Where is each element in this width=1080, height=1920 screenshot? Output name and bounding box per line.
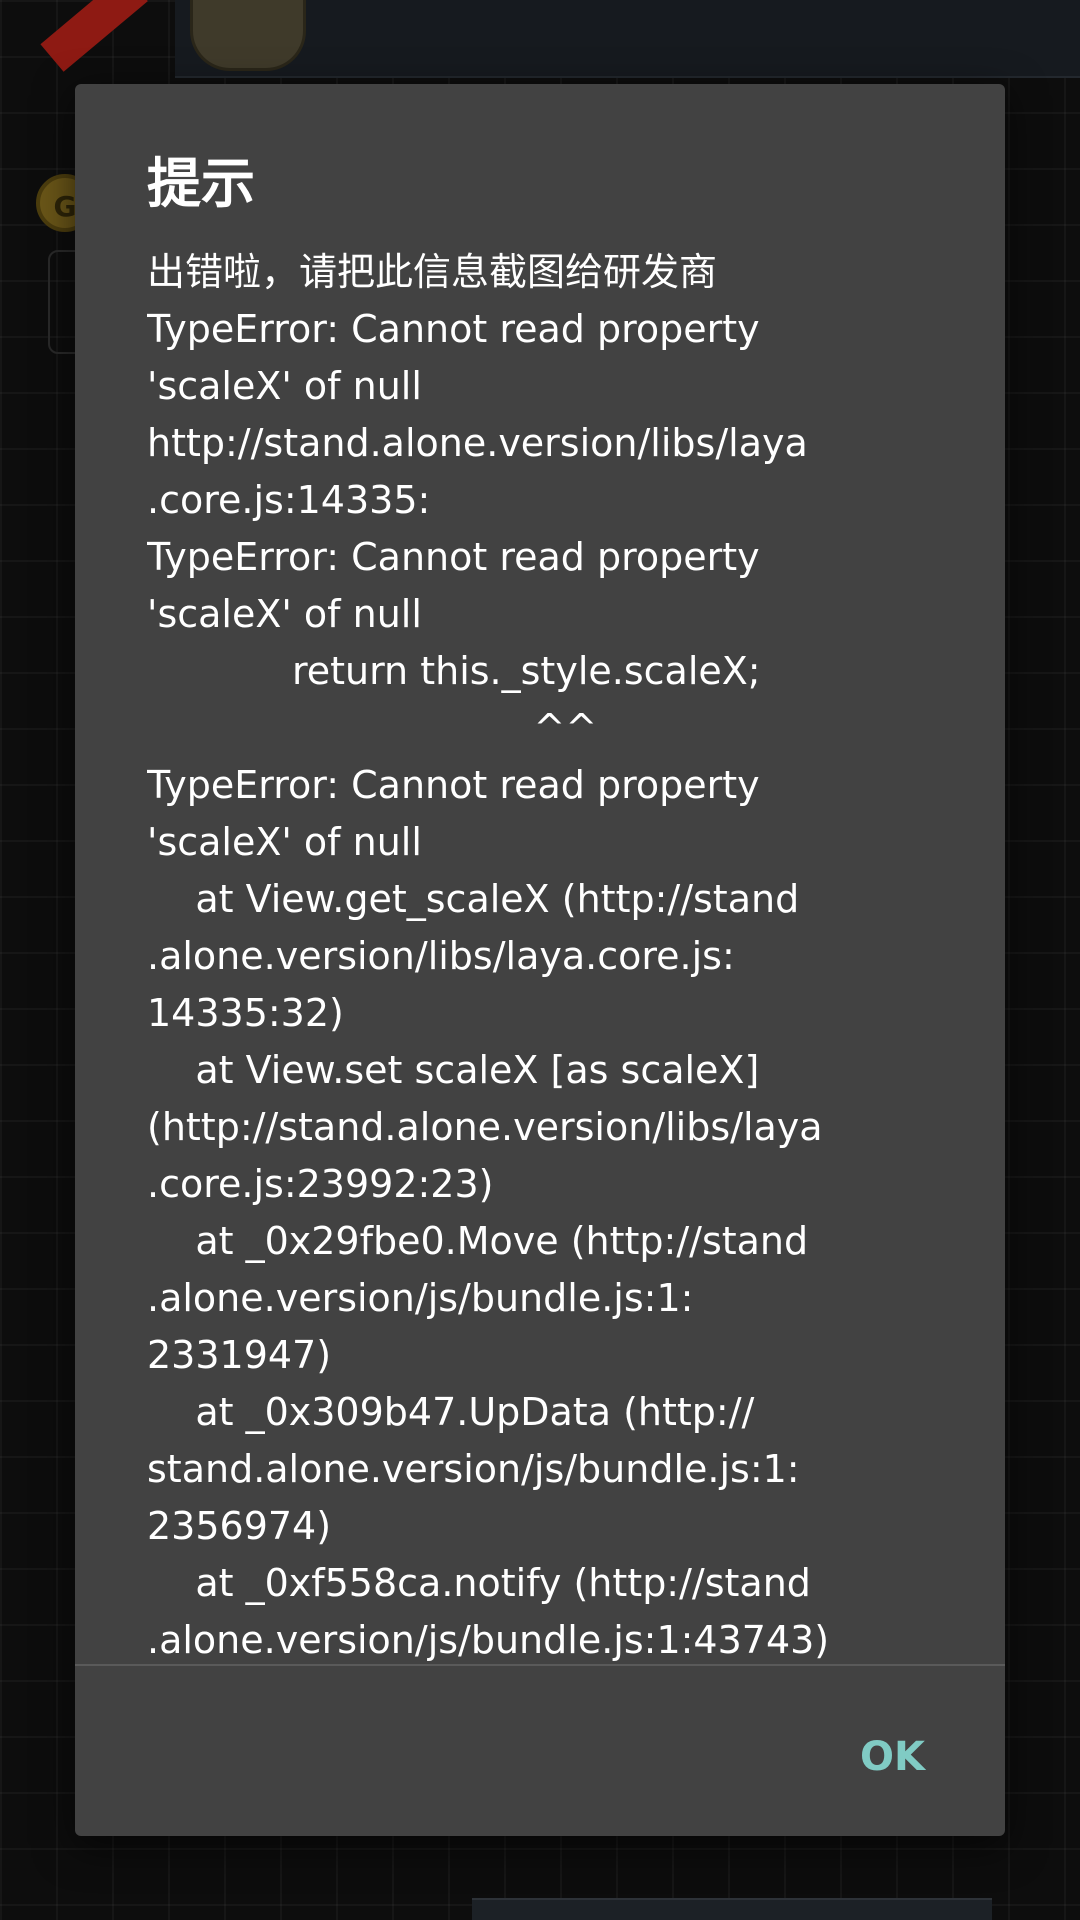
dialog-message-line: at _0xf558ca.notify (http://stand: [147, 1561, 811, 1605]
dialog-message-line: at _0x309b47.UpData (http://: [147, 1390, 755, 1434]
error-dialog: 提示 出错啦，请把此信息截图给研发商 TypeError: Cannot rea…: [75, 84, 1005, 1836]
dialog-message-line: at View.set scaleX [as scaleX]: [147, 1048, 760, 1092]
dialog-message-line: 'scaleX' of null: [147, 820, 422, 864]
dialog-message-line: 2331947): [147, 1333, 332, 1377]
dialog-message-line: TypeError: Cannot read property: [147, 763, 760, 807]
dialog-message-line: (http://stand.alone.version/libs/laya: [147, 1105, 823, 1149]
dialog-message-line: http://stand.alone.version/libs/laya: [147, 421, 808, 465]
game-character-icon: [190, 0, 306, 71]
dialog-message-line: 出错啦，请把此信息截图给研发商: [147, 250, 718, 294]
dialog-message-line: ^^: [147, 706, 598, 750]
dialog-message-line: .core.js:23992:23): [147, 1162, 494, 1206]
dialog-divider: [75, 1664, 1005, 1666]
dialog-message-line: .alone.version/js/bundle.js:1:43743): [147, 1618, 830, 1662]
dialog-message-line: return this._style.scaleX;: [147, 649, 761, 693]
dialog-message-line: 14335:32): [147, 991, 344, 1035]
dialog-message-line: 2356974): [147, 1504, 332, 1548]
dialog-message: 出错啦，请把此信息截图给研发商 TypeError: Cannot read p…: [147, 244, 977, 1664]
dialog-message-line: .alone.version/libs/laya.core.js:: [147, 934, 735, 978]
screen: G 提示 出错啦，请把此信息截图给研发商 TypeError: Cannot r…: [0, 0, 1080, 1920]
dialog-message-line: TypeError: Cannot read property: [147, 535, 760, 579]
dialog-message-line: at View.get_scaleX (http://stand: [147, 877, 800, 921]
dialog-message-line: at _0x29fbe0.Move (http://stand: [147, 1219, 809, 1263]
dialog-message-line: TypeError: Cannot read property: [147, 307, 760, 351]
game-top-bar: [175, 0, 1080, 78]
dialog-message-viewport[interactable]: 出错啦，请把此信息截图给研发商 TypeError: Cannot read p…: [75, 84, 1005, 1664]
dialog-message-line: .alone.version/js/bundle.js:1:: [147, 1276, 694, 1320]
game-bottom-bar: [472, 1898, 992, 1920]
ok-button[interactable]: OK: [840, 1724, 945, 1790]
dialog-message-line: 'scaleX' of null: [147, 592, 422, 636]
dialog-message-line: stand.alone.version/js/bundle.js:1:: [147, 1447, 800, 1491]
dialog-message-line: .core.js:14335:: [147, 478, 431, 522]
dialog-message-line: 'scaleX' of null: [147, 364, 422, 408]
